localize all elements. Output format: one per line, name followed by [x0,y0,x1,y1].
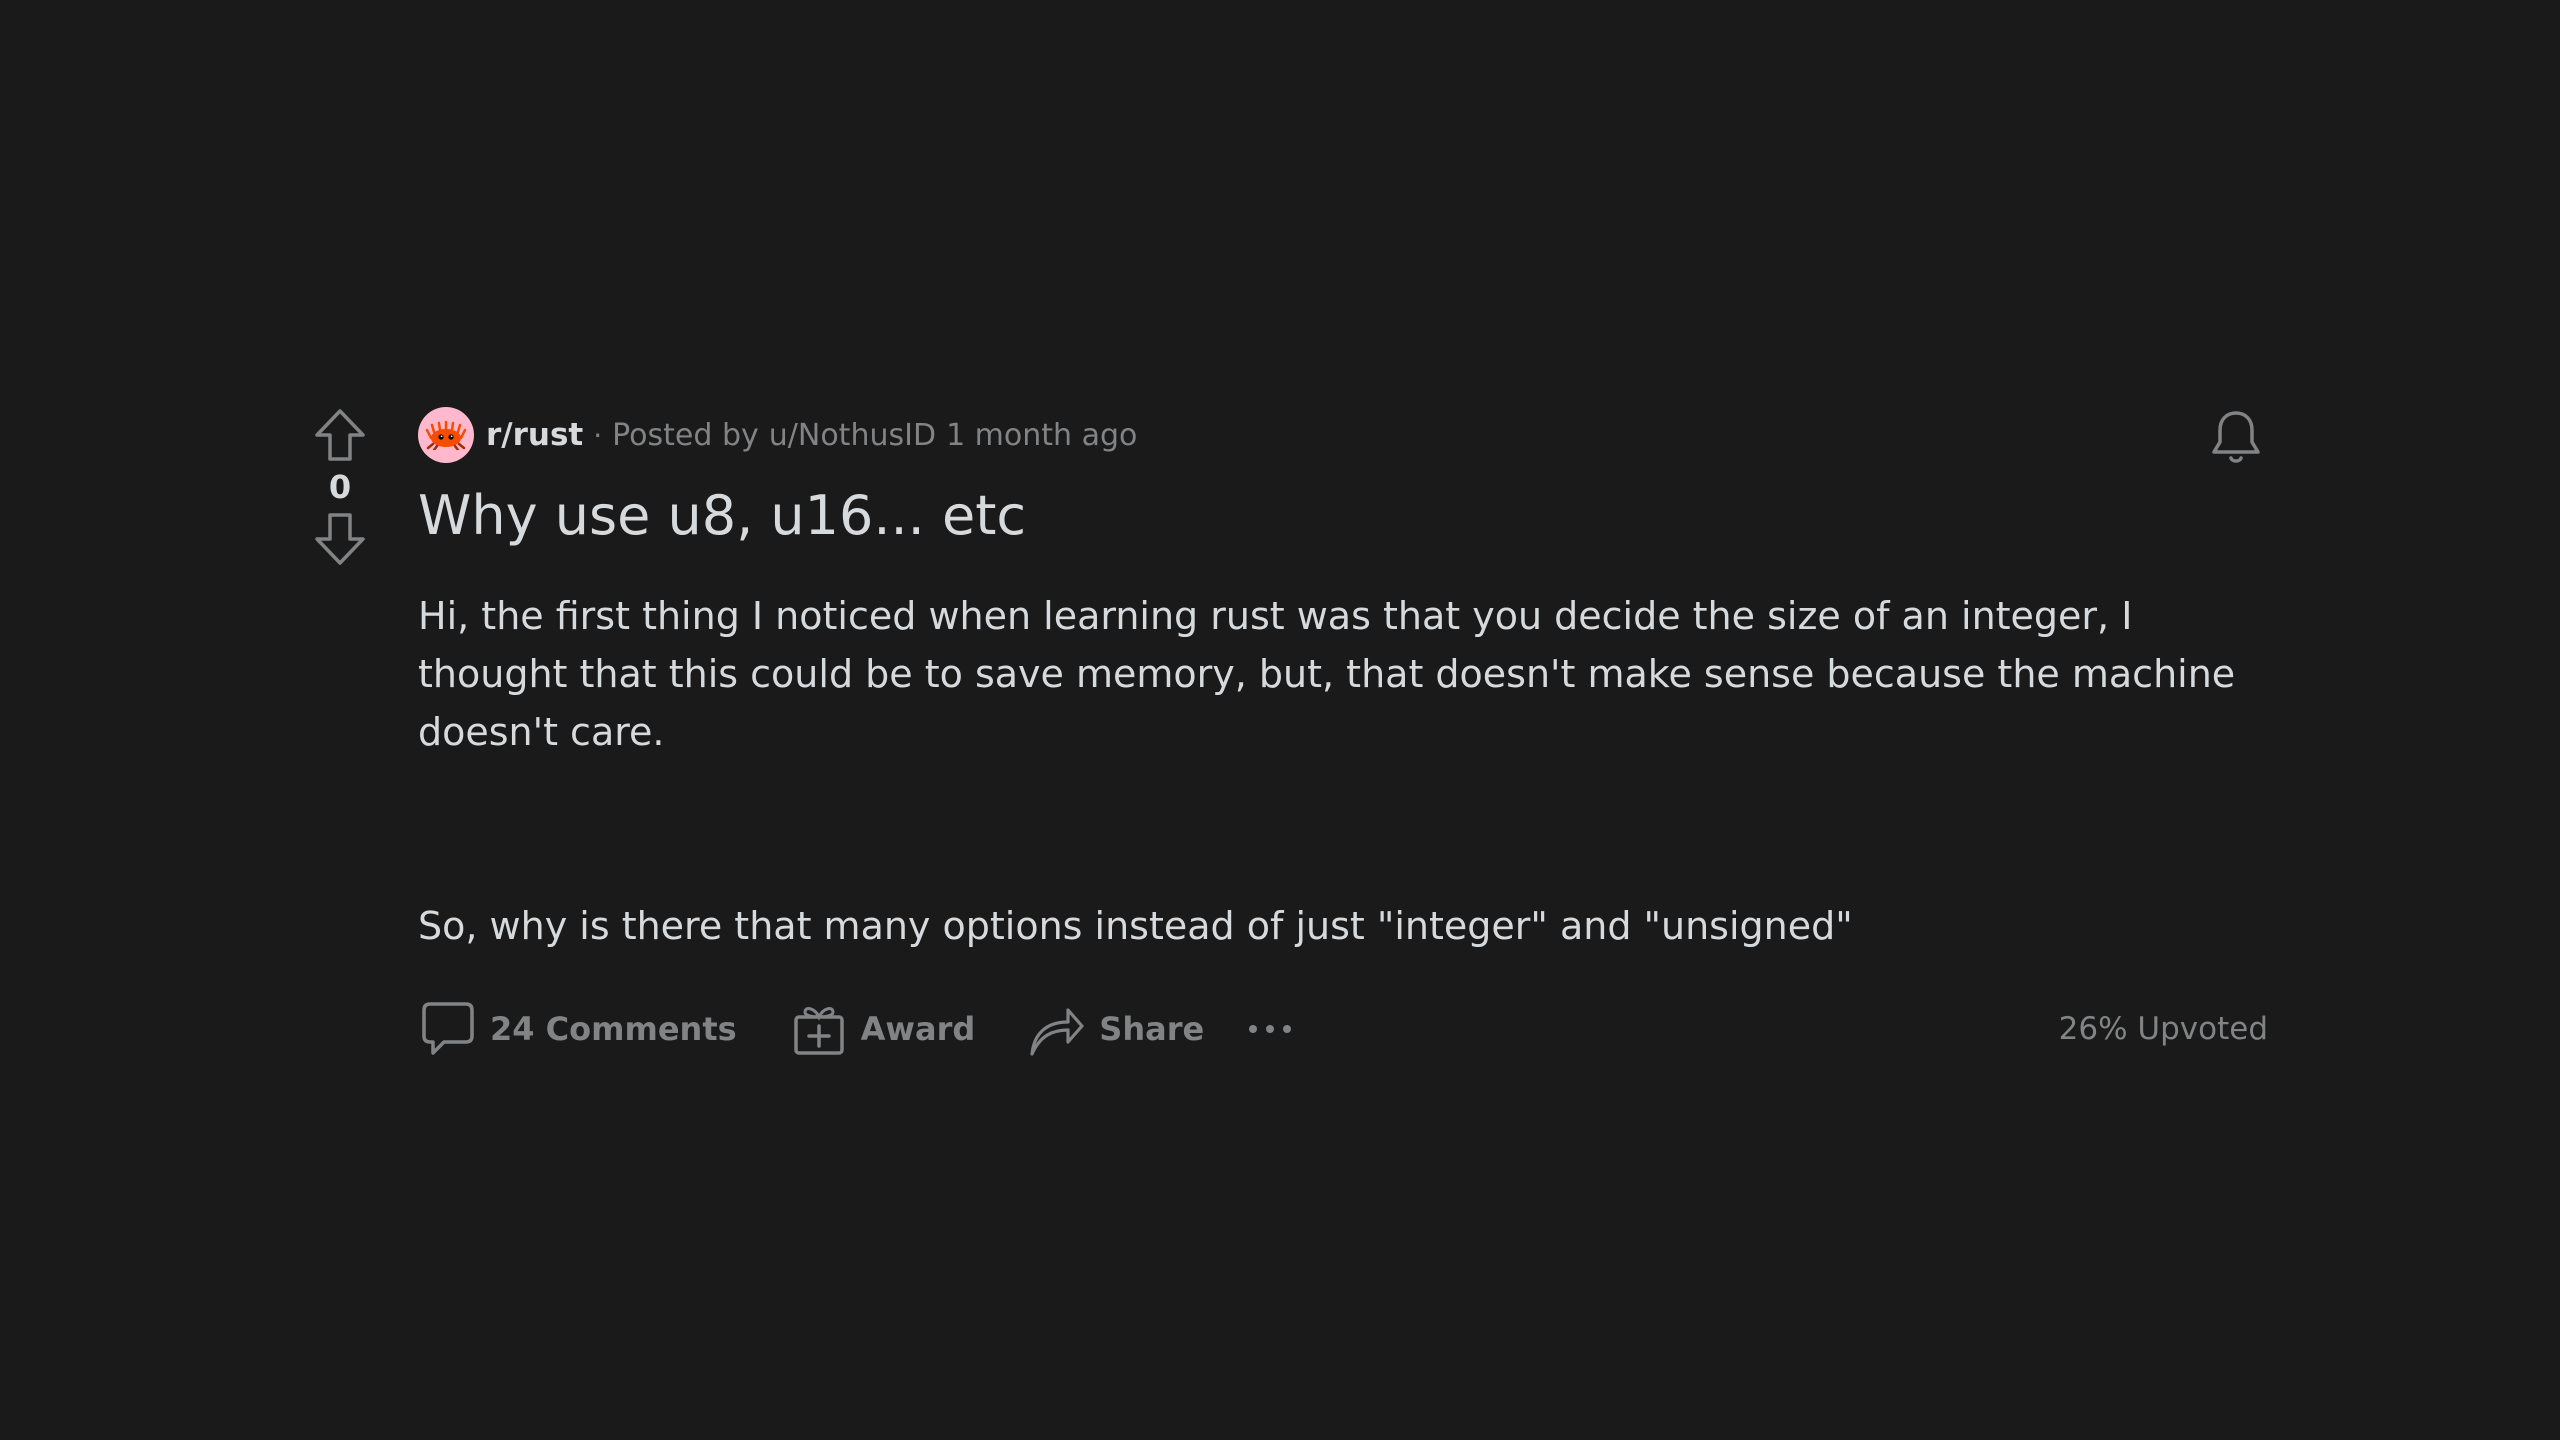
post-body-paragraph: So, why is there that many options inste… [418,904,1853,949]
downvote-arrow-icon [315,513,365,565]
more-dots-icon [1249,1025,1292,1034]
post-card: 0 r/rust · Posted by u/NothusID 1 month … [300,405,2280,1056]
gift-award-icon [789,999,849,1059]
posted-by-label: Posted by [612,417,759,453]
vote-score: 0 [328,468,352,506]
post-content: r/rust · Posted by u/NothusID 1 month ag… [418,405,2268,1061]
post-title[interactable]: Why use u8, u16... etc [418,484,2268,547]
subreddit-avatar[interactable] [418,407,474,463]
upvote-arrow-icon [315,409,365,461]
share-arrow-icon [1027,999,1087,1059]
comments-button[interactable]: 24 Comments [418,999,737,1059]
subreddit-link[interactable]: r/rust [486,417,583,453]
post-actions: 24 Comments Award Share 26% Upvoted [418,997,2268,1061]
bell-icon [2212,411,2260,463]
award-label: Award [860,1010,976,1049]
post-timestamp[interactable]: 1 month ago [946,418,1137,453]
post-body: Hi, the first thing I noticed when learn… [418,587,2248,955]
comment-bubble-icon [418,999,478,1059]
post-body-paragraph: Hi, the first thing I noticed when learn… [418,594,2236,755]
more-options-button[interactable] [1246,1019,1296,1039]
author-link[interactable]: u/NothusID [769,418,936,453]
share-button[interactable]: Share [1027,999,1204,1059]
downvote-button[interactable] [310,509,370,569]
page: 0 r/rust · Posted by u/NothusID 1 month … [0,0,2560,1440]
meta-separator: · [593,418,603,452]
upvote-button[interactable] [310,405,370,465]
award-button[interactable]: Award [789,999,976,1059]
notification-bell-button[interactable] [2204,405,2268,469]
share-label: Share [1099,1010,1205,1049]
post-meta: r/rust · Posted by u/NothusID 1 month ag… [418,405,2268,465]
vote-column: 0 [300,405,380,569]
upvote-ratio: 26% Upvoted [2058,1011,2268,1048]
comments-label: 24 Comments [490,1010,737,1049]
ferris-crab-icon [425,420,467,450]
